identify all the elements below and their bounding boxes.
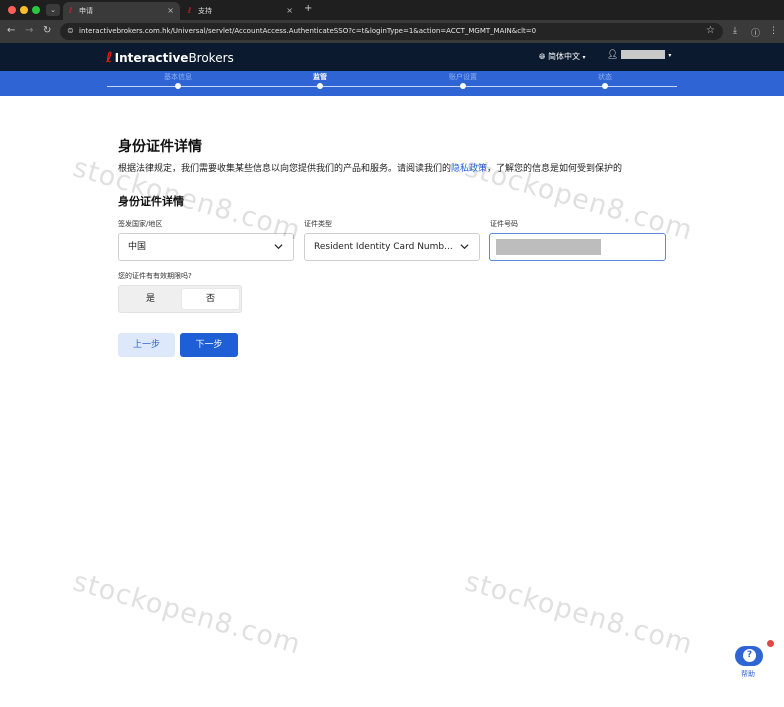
logo-text-thin: Brokers (188, 51, 234, 65)
country-value: 中国 (128, 242, 147, 252)
step-label-status: 状态 (598, 73, 612, 81)
step-label-basic-info: 基本信息 (164, 73, 192, 81)
language-label: 简体中文 (547, 52, 580, 61)
document-type-label: 证件类型 (304, 220, 332, 228)
site-header: ℓ InteractiveBrokers 🌐︎ 简体中文 ▾ 👤︎ ▾ (0, 43, 784, 71)
zoom-window-button[interactable] (32, 6, 40, 14)
minimize-window-button[interactable] (20, 6, 28, 14)
expiry-toggle: 是 否 (118, 285, 242, 313)
back-arrow-icon[interactable]: ← (7, 25, 15, 37)
expiry-no-option[interactable]: 否 (182, 289, 239, 309)
tab-support[interactable]: ℓ 支持 × (182, 2, 299, 20)
caret-down-icon: ▾ (582, 54, 586, 61)
chevron-down-icon (460, 244, 469, 250)
forward-arrow-icon[interactable]: → (25, 25, 33, 37)
profile-icon[interactable]: ⓘ (751, 26, 760, 39)
download-icon[interactable]: ⤓ (733, 26, 737, 36)
help-bubble: ? (735, 646, 763, 666)
step-label-account-setup: 账户设置 (449, 73, 477, 81)
tab-search-icon[interactable]: ⌄ (46, 4, 60, 16)
document-type-value: Resident Identity Card Numb... (314, 242, 453, 252)
redacted-document-number (496, 239, 601, 255)
browser-toolbar: ← → ↻ ⊜ interactivebrokers.com.hk/Univer… (0, 20, 784, 43)
step-dot (175, 83, 181, 89)
document-number-label: 证件号码 (490, 220, 518, 228)
tab-apply[interactable]: ℓ 申请 × (63, 2, 180, 20)
tab-close-icon[interactable]: × (286, 2, 293, 20)
help-label: 帮助 (741, 670, 755, 678)
username-redacted (621, 50, 666, 59)
stepper-line (107, 86, 677, 87)
notification-dot (767, 640, 774, 647)
chevron-down-icon (274, 244, 283, 250)
reload-icon[interactable]: ↻ (43, 25, 51, 37)
intro-text: 根据法律规定，我们需要收集某些信息以向您提供我们的产品和服务。请阅读我们的隐私政… (118, 161, 622, 174)
close-window-button[interactable] (8, 6, 16, 14)
tab-title: 支持 (198, 7, 212, 15)
tab-close-icon[interactable]: × (167, 2, 174, 20)
new-tab-button[interactable]: + (304, 3, 312, 14)
watermark: stockopen8.com (69, 566, 305, 661)
progress-stepper: 基本信息 监管 账户设置 状态 (0, 71, 784, 96)
watermark: stockopen8.com (461, 566, 697, 661)
language-selector[interactable]: 🌐︎ 简体中文 ▾ (539, 51, 586, 62)
globe-icon: 🌐︎ (539, 52, 546, 61)
document-number-input[interactable] (489, 233, 666, 261)
address-bar[interactable]: ⊜ interactivebrokers.com.hk/Universal/se… (60, 23, 723, 40)
bookmark-star-icon[interactable]: ☆ (706, 25, 715, 36)
user-menu[interactable]: 👤︎ ▾ (607, 50, 671, 60)
ib-logo[interactable]: ℓ InteractiveBrokers (106, 50, 234, 66)
user-icon: 👤︎ (607, 50, 619, 60)
help-button[interactable]: ? (734, 646, 764, 666)
tab-title: 申请 (79, 7, 93, 15)
question-icon: ? (743, 649, 756, 662)
step-dot (602, 83, 608, 89)
ib-favicon-icon: ℓ (69, 6, 73, 15)
menu-dots-icon[interactable]: ⋮ (769, 26, 778, 36)
document-type-select[interactable]: Resident Identity Card Numb... (304, 233, 480, 261)
step-label-regulatory: 监管 (313, 73, 327, 81)
logo-text-bold: Interactive (114, 51, 189, 65)
step-dot (317, 83, 323, 89)
next-button[interactable]: 下一步 (180, 333, 238, 357)
previous-button[interactable]: 上一步 (118, 333, 175, 357)
intro-text-before: 根据法律规定，我们需要收集某些信息以向您提供我们的产品和服务。请阅读我们的 (118, 164, 452, 174)
expiry-yes-option[interactable]: 是 (122, 289, 179, 309)
country-label: 签发国家/地区 (118, 220, 163, 228)
browser-tab-bar: ⌄ ℓ 申请 × ℓ 支持 × + (0, 0, 784, 20)
ib-logo-mark-icon: ℓ (106, 50, 113, 66)
expiry-question: 您的证件有有效期限吗? (118, 272, 192, 280)
step-dot (460, 83, 466, 89)
site-info-icon[interactable]: ⊜ (67, 26, 74, 35)
ib-favicon-icon: ℓ (188, 6, 192, 15)
url-text: interactivebrokers.com.hk/Universal/serv… (79, 27, 537, 35)
caret-down-icon: ▾ (668, 52, 672, 59)
page-title: 身份证件详情 (118, 139, 202, 155)
